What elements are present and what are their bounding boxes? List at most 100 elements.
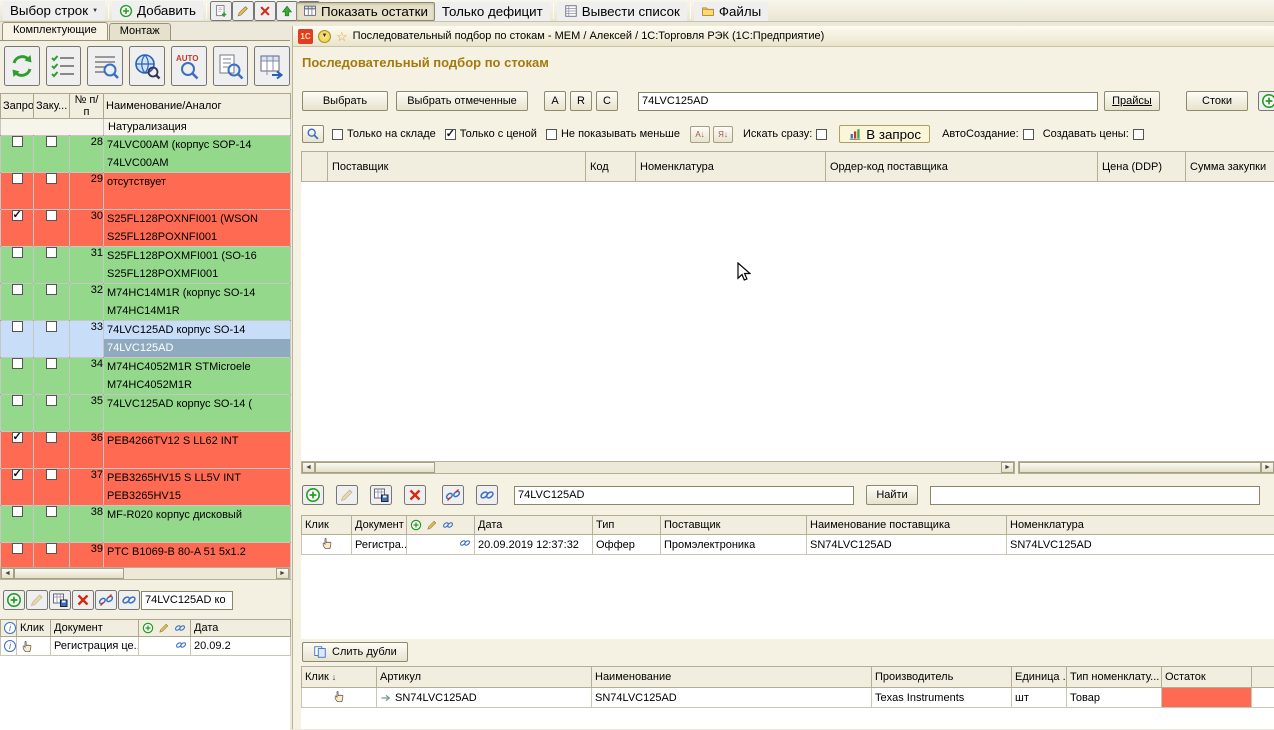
- row-select-menu[interactable]: Выбор строк ▼: [3, 1, 105, 20]
- stock-cell[interactable]: [1162, 688, 1252, 708]
- window-titlebar[interactable]: 1С ▼ ☆ Последовательный подбор по стокам…: [293, 26, 1274, 47]
- edit-button[interactable]: [232, 1, 254, 21]
- col-type[interactable]: Тип номенклату...: [1067, 667, 1162, 688]
- select-marked-button[interactable]: Выбрать отмеченные: [396, 91, 528, 111]
- supplier-cell[interactable]: Промэлектроника: [661, 535, 807, 555]
- to-request-button[interactable]: В запрос: [839, 125, 930, 143]
- type-cell[interactable]: Оффер: [593, 535, 661, 555]
- favorites-star-icon[interactable]: ☆: [336, 30, 348, 43]
- col-price-ddp[interactable]: Цена (DDP): [1098, 152, 1186, 182]
- supplier-name-cell[interactable]: SN74LVC125AD: [807, 535, 1007, 555]
- only-in-stock-checkbox[interactable]: [332, 129, 343, 140]
- offers-grid[interactable]: Поставщик Код Номенклатура Ордер-код пос…: [301, 151, 1274, 182]
- col-supplier-name[interactable]: Наименование поставщика: [807, 516, 1007, 535]
- nomenclature-grid-area[interactable]: Клик↓ Артикул Наименование Производитель…: [301, 666, 1274, 729]
- filter-a-button[interactable]: A: [544, 91, 566, 111]
- purchase-checkbox[interactable]: [46, 136, 57, 147]
- edit-doc-button[interactable]: [336, 485, 358, 505]
- request-checkbox[interactable]: [12, 247, 23, 258]
- refresh-button[interactable]: [4, 46, 40, 86]
- name-cell[interactable]: 74LVC00AM (корпус SOP-1474LVC00AM: [104, 136, 291, 173]
- check-all-button[interactable]: [46, 46, 82, 86]
- offers-grid-area[interactable]: Поставщик Код Номенклатура Ордер-код пос…: [301, 151, 1274, 461]
- purchase-checkbox[interactable]: [46, 358, 57, 369]
- create-prices-checkbox[interactable]: [1133, 129, 1144, 140]
- chain-icon[interactable]: [175, 639, 187, 651]
- tab-components[interactable]: Комплектующие: [2, 22, 108, 40]
- docs-search-input[interactable]: [514, 486, 854, 505]
- delete-price-button[interactable]: [72, 590, 94, 610]
- new-row-button[interactable]: [210, 1, 232, 21]
- print-list-button[interactable]: Вывести список: [557, 2, 687, 21]
- col-click[interactable]: Клик: [302, 516, 352, 535]
- name-cell[interactable]: S25FL128POXNFI001 (WSONS25FL128POXNFI001: [104, 210, 291, 247]
- add-doc-button[interactable]: [302, 485, 324, 505]
- col-request[interactable]: Запрос: [1, 94, 34, 119]
- table-row[interactable]: 29 отсутствует: [1, 173, 291, 210]
- col-nomenclature[interactable]: Номенклатура: [636, 152, 826, 182]
- col-num[interactable]: № п/п: [70, 94, 104, 119]
- request-checkbox[interactable]: [12, 210, 23, 221]
- autocreate-checkbox[interactable]: [1023, 129, 1034, 140]
- name-cell[interactable]: M74HC4052M1R STMicroeleM74HC4052M1R: [104, 358, 291, 395]
- docs-filter-input[interactable]: [930, 486, 1260, 505]
- request-checkbox[interactable]: [12, 506, 23, 517]
- chain-icon[interactable]: [174, 622, 186, 634]
- info-icon[interactable]: i: [4, 640, 16, 652]
- left-docs-search-input[interactable]: [141, 591, 233, 610]
- name-cell[interactable]: 74LVC125AD корпус SO-1474LVC125AD: [104, 321, 291, 358]
- request-checkbox[interactable]: [12, 321, 23, 332]
- col-manufacturer[interactable]: Производитель: [872, 667, 1012, 688]
- col-date[interactable]: Дата: [191, 620, 291, 637]
- col-purchase-sum[interactable]: Сумма закупки: [1186, 152, 1274, 182]
- table-row[interactable]: 38 MF-R020 корпус дисковый: [1, 506, 291, 543]
- left-grid-hscrollbar[interactable]: ◄ ►: [0, 567, 290, 580]
- purchase-checkbox[interactable]: [46, 506, 57, 517]
- scrollbar-right-pane[interactable]: ►: [1018, 461, 1274, 474]
- col-date[interactable]: Дата: [475, 516, 593, 535]
- col-purchase[interactable]: Заку...: [34, 94, 70, 119]
- scroll-right-icon[interactable]: ►: [276, 568, 289, 579]
- add-source-button[interactable]: [1258, 91, 1274, 111]
- sort-asc-button[interactable]: А↓: [690, 126, 710, 143]
- purchase-checkbox[interactable]: [46, 543, 57, 554]
- purchase-checkbox[interactable]: [46, 247, 57, 258]
- name-cell[interactable]: отсутствует: [104, 173, 291, 210]
- name-cell[interactable]: SN74LVC125AD: [592, 688, 872, 708]
- delete-button[interactable]: [254, 1, 276, 21]
- request-checkbox[interactable]: [12, 469, 23, 480]
- unlink-button[interactable]: [442, 485, 464, 505]
- col-name[interactable]: Наименование: [592, 667, 872, 688]
- add-button[interactable]: Добавить: [112, 1, 203, 20]
- filter-c-button[interactable]: C: [596, 91, 618, 111]
- pencil-icon[interactable]: [426, 519, 438, 531]
- left-docs-grid[interactable]: i Клик Документ Дата i Регистрация це...…: [0, 619, 291, 656]
- select-button[interactable]: Выбрать: [302, 91, 388, 111]
- add-price-button[interactable]: [3, 590, 25, 610]
- components-grid[interactable]: Запрос Заку... № п/п Наименование/Аналог…: [0, 93, 291, 580]
- table-row-selected[interactable]: 33 74LVC125AD корпус SO-1474LVC125AD: [1, 321, 291, 358]
- col-doc[interactable]: Документ: [352, 516, 407, 535]
- col-supplier[interactable]: Поставщик: [661, 516, 807, 535]
- nomenclature-grid[interactable]: Клик↓ Артикул Наименование Производитель…: [301, 666, 1274, 708]
- col-type[interactable]: Тип: [593, 516, 661, 535]
- unlink-button[interactable]: [95, 590, 117, 610]
- table-row[interactable]: SN74LVC125AD SN74LVC125AD Texas Instrume…: [302, 688, 1274, 708]
- table-row[interactable]: 37 PEB3265HV15 S LL5V INTPEB3265HV15: [1, 469, 291, 506]
- table-row[interactable]: 31 S25FL128POXMFI001 (SO-16S25FL128POXMF…: [1, 247, 291, 284]
- col-doc[interactable]: Документ: [51, 620, 139, 637]
- unit-cell[interactable]: шт: [1012, 688, 1067, 708]
- files-button[interactable]: Файлы: [694, 2, 768, 21]
- date-cell[interactable]: 20.09.2: [191, 637, 291, 656]
- scroll-left-icon[interactable]: ◄: [1, 568, 14, 579]
- only-with-price-checkbox[interactable]: [445, 129, 456, 140]
- nomenclature-cell[interactable]: SN74LVC125AD: [1007, 535, 1274, 555]
- table-row[interactable]: 28 74LVC00AM (корпус SOP-1474LVC00AM: [1, 136, 291, 173]
- table-row[interactable]: Регистра... 20.09.2019 12:37:32 Оффер Пр…: [302, 535, 1274, 555]
- scrollbar-thumb[interactable]: [1019, 462, 1261, 473]
- group-row[interactable]: Натурализация: [1, 119, 291, 136]
- link-button[interactable]: [118, 590, 140, 610]
- request-checkbox[interactable]: [12, 136, 23, 147]
- col-stock[interactable]: Остаток: [1162, 667, 1252, 688]
- merge-duplicates-button[interactable]: Слить дубли: [302, 642, 408, 662]
